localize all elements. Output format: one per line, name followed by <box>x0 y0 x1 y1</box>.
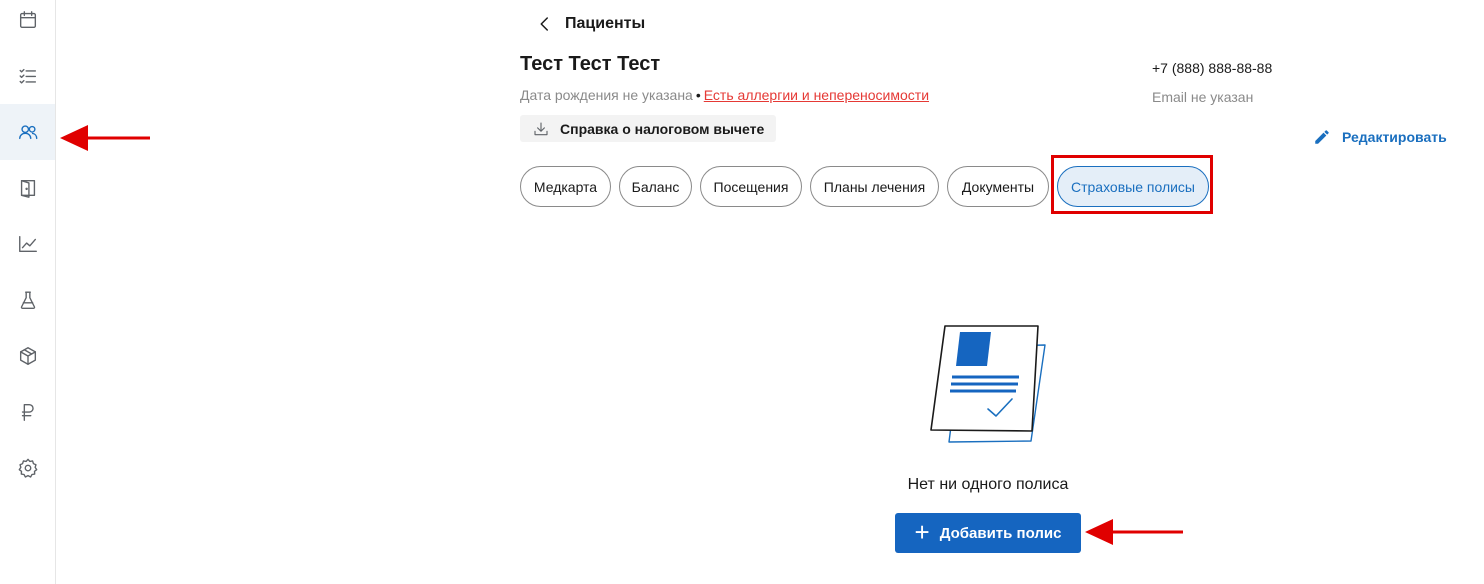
patient-email: Email не указан <box>1152 89 1254 105</box>
download-icon <box>534 121 548 135</box>
chart-line-icon <box>18 235 37 253</box>
annotation-arrow-sidebar <box>60 125 150 151</box>
tab-insurance-policies[interactable]: Страховые полисы <box>1057 166 1209 207</box>
tab-treatment-plans[interactable]: Планы лечения <box>810 166 939 207</box>
date-of-birth: Дата рождения не указана <box>520 87 693 103</box>
calendar-icon <box>19 11 36 29</box>
allergy-link[interactable]: Есть аллергии и непереносимости <box>704 87 929 103</box>
back-link[interactable]: Пациенты <box>536 12 645 36</box>
pencil-icon <box>1315 130 1329 144</box>
sidebar-item-lab[interactable] <box>0 272 55 328</box>
sidebar-item-settings[interactable] <box>0 440 55 496</box>
ruble-icon <box>21 403 34 421</box>
tab-documents[interactable]: Документы <box>947 166 1049 207</box>
patient-phone: +7 (888) 888-88-88 <box>1152 60 1273 76</box>
annotation-arrow-add-button <box>1085 519 1183 545</box>
flask-icon <box>20 291 35 309</box>
sidebar-item-patients[interactable] <box>0 104 55 160</box>
add-policy-label: Добавить полис <box>939 524 1062 542</box>
users-icon <box>18 125 37 140</box>
gear-icon <box>18 458 37 478</box>
sidebar-item-analytics[interactable] <box>0 216 55 272</box>
tab-visits[interactable]: Посещения <box>700 166 802 207</box>
sidebar-item-calendar[interactable] <box>0 0 55 48</box>
sidebar-item-warehouse[interactable] <box>0 328 55 384</box>
plus-icon: + <box>914 517 930 547</box>
tax-certificate-label: Справка о налоговом вычете <box>560 120 765 137</box>
door-icon <box>20 179 35 198</box>
sidebar-item-rooms[interactable] <box>0 160 55 216</box>
add-policy-button[interactable]: + Добавить полис <box>895 513 1081 553</box>
separator-dot: • <box>695 87 701 103</box>
sidebar-item-finance[interactable] <box>0 384 55 440</box>
edit-label: Редактировать <box>1342 129 1447 145</box>
edit-button[interactable]: Редактировать <box>1313 127 1447 147</box>
tab-medical-record[interactable]: Медкарта <box>520 166 611 207</box>
empty-state-message: Нет ни одного полиса <box>907 476 1069 493</box>
tab-balance[interactable]: Баланс <box>619 166 692 207</box>
back-label: Пациенты <box>565 15 646 32</box>
patient-info-line: Дата рождения не указана • Есть аллергии и… <box>520 87 929 103</box>
tax-certificate-button[interactable]: Справка о налоговом вычете <box>520 115 777 142</box>
insurance-document-icon <box>930 325 1046 443</box>
sidebar-item-tasks[interactable] <box>0 48 55 104</box>
sidebar <box>0 0 56 584</box>
chevron-left-icon <box>540 17 548 31</box>
task-list-icon <box>19 68 36 84</box>
box-icon <box>19 347 36 365</box>
patient-name: Тест Тест Тест <box>520 53 661 75</box>
